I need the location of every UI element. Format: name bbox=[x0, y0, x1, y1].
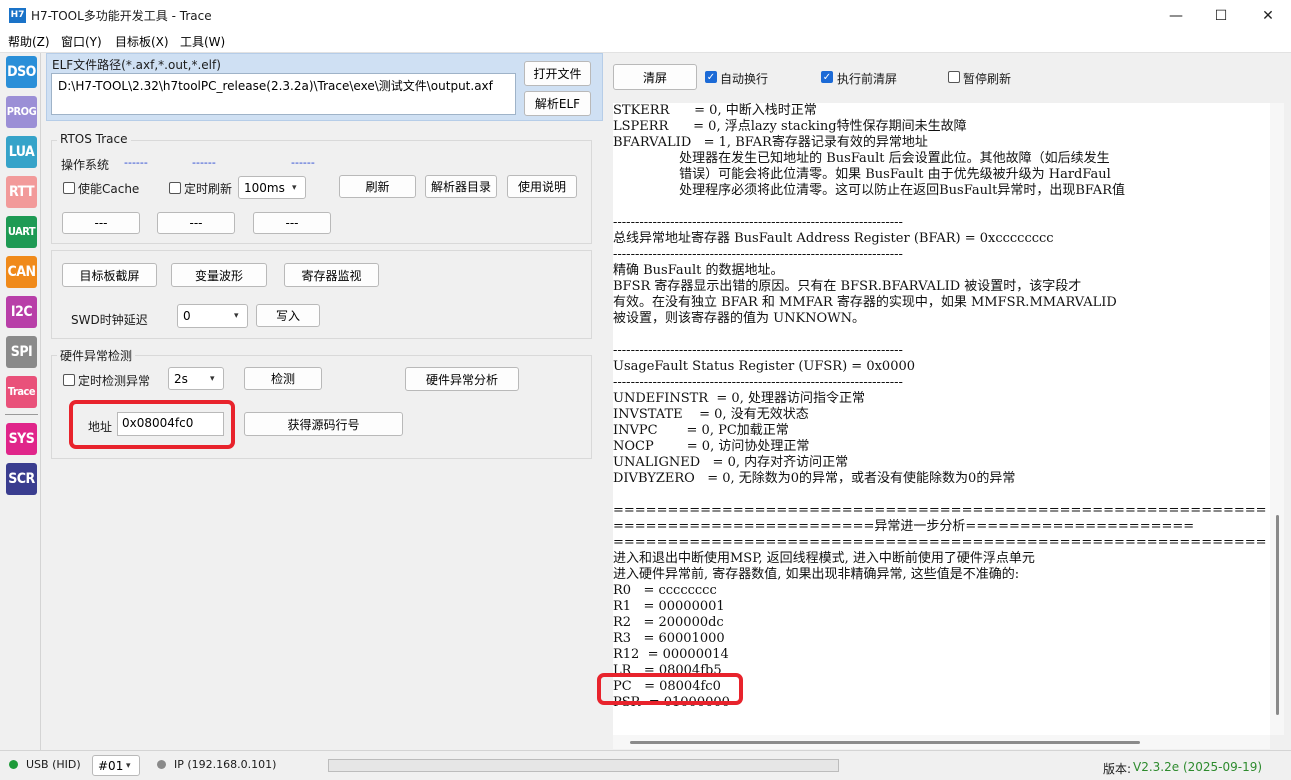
register-monitor-button[interactable]: 寄存器监视 bbox=[284, 263, 379, 287]
horizontal-scroll-thumb[interactable] bbox=[630, 741, 1140, 744]
chevron-down-icon: ▾ bbox=[292, 182, 297, 193]
menu-window[interactable]: 窗口(Y) bbox=[59, 33, 104, 50]
parser-dir-button[interactable]: 解析器目录 bbox=[425, 175, 497, 198]
menu-tools[interactable]: 工具(W) bbox=[178, 33, 227, 50]
toolbar-sys-button[interactable]: SYS bbox=[6, 423, 37, 455]
cache-label: 使能Cache bbox=[78, 182, 140, 196]
swd-delay-value: 0 bbox=[183, 309, 191, 323]
title-bar: H7 H7-TOOL多功能开发工具 - Trace — ☐ ✕ bbox=[0, 0, 1291, 31]
open-file-button[interactable]: 打开文件 bbox=[524, 61, 591, 86]
version-label: 版本: bbox=[1103, 762, 1132, 776]
clear-screen-button[interactable]: 清屏 bbox=[613, 64, 697, 90]
clear-before-run-checkbox[interactable]: ✓ bbox=[821, 71, 833, 83]
device-select[interactable]: #01 ▾ bbox=[92, 755, 140, 776]
rtos-task-button-2[interactable]: --- bbox=[157, 212, 235, 234]
get-source-line-button[interactable]: 获得源码行号 bbox=[244, 412, 403, 436]
timer-check-checkbox[interactable] bbox=[63, 374, 75, 386]
toolbar-dso-button[interactable]: DSO bbox=[6, 56, 37, 88]
version-value: V2.3.2e (2025-09-19) bbox=[1133, 760, 1263, 774]
timer-check-label: 定时检测异常 bbox=[78, 374, 151, 388]
os-label: 操作系统 bbox=[61, 158, 110, 172]
refresh-interval-select[interactable]: 100ms ▾ bbox=[238, 176, 306, 199]
clear-before-run-label: 执行前清屏 bbox=[837, 72, 898, 86]
usb-status-text: USB (HID) bbox=[26, 758, 81, 771]
refresh-interval-value: 100ms bbox=[244, 180, 285, 195]
rtos-task-button-3[interactable]: --- bbox=[253, 212, 331, 234]
os-value-2: ------ bbox=[192, 156, 216, 169]
ip-status-text: IP (192.168.0.101) bbox=[174, 758, 277, 771]
toolbar-prog-button[interactable]: PROG bbox=[6, 96, 37, 128]
menu-bar: 帮助(Z) 窗口(Y) 目标板(X) 工具(W) bbox=[0, 31, 1291, 53]
mode-toolbar: DSO PROG LUA RTT UART CAN I2C SPI Trace … bbox=[0, 53, 41, 750]
maximize-button[interactable]: ☐ bbox=[1198, 0, 1244, 31]
toolbar-divider bbox=[5, 414, 38, 415]
toolbar-trace-button[interactable]: Trace bbox=[6, 376, 37, 408]
toolbar-uart-button[interactable]: UART bbox=[6, 216, 37, 248]
write-button[interactable]: 写入 bbox=[256, 304, 320, 327]
parse-elf-button[interactable]: 解析ELF bbox=[524, 91, 591, 116]
ip-status-icon bbox=[157, 760, 166, 769]
pc-highlight bbox=[597, 673, 743, 705]
close-button[interactable]: ✕ bbox=[1245, 0, 1291, 31]
toolbar-i2c-button[interactable]: I2C bbox=[6, 296, 37, 328]
output-text-area[interactable]: STKERR = 0, 中断入栈时正常 LSPERR = 0, 浮点lazy s… bbox=[613, 103, 1270, 735]
usb-status-icon bbox=[9, 760, 18, 769]
chevron-down-icon: ▾ bbox=[210, 373, 215, 384]
toolbar-lua-button[interactable]: LUA bbox=[6, 136, 37, 168]
help-button[interactable]: 使用说明 bbox=[507, 175, 577, 198]
auto-wrap-label: 自动换行 bbox=[720, 72, 769, 86]
menu-target-board[interactable]: 目标板(X) bbox=[113, 33, 171, 50]
check-button[interactable]: 检测 bbox=[244, 367, 322, 390]
chevron-down-icon: ▾ bbox=[234, 311, 239, 321]
hardfault-title: 硬件异常检测 bbox=[57, 347, 136, 364]
swd-delay-label: SWD时钟延迟 bbox=[71, 313, 148, 327]
device-value: #01 bbox=[98, 758, 124, 773]
window-title: H7-TOOL多功能开发工具 - Trace bbox=[31, 9, 212, 23]
target-screenshot-button[interactable]: 目标板截屏 bbox=[62, 263, 157, 287]
progress-bar bbox=[328, 759, 839, 772]
vertical-scroll-thumb[interactable] bbox=[1276, 515, 1279, 715]
minimize-button[interactable]: — bbox=[1153, 0, 1199, 31]
cache-checkbox[interactable] bbox=[63, 182, 75, 194]
elf-path-field[interactable]: D:\H7-TOOL\2.32\h7toolPC_release(2.3.2a)… bbox=[51, 73, 516, 115]
toolbar-can-button[interactable]: CAN bbox=[6, 256, 37, 288]
pause-refresh-label: 暂停刷新 bbox=[963, 72, 1012, 86]
toolbar-scr-button[interactable]: SCR bbox=[6, 463, 37, 495]
toolbar-spi-button[interactable]: SPI bbox=[6, 336, 37, 368]
os-value-3: ------ bbox=[291, 156, 315, 169]
check-interval-value: 2s bbox=[174, 371, 188, 386]
elf-path-label: ELF文件路径(*.axf,*.out,*.elf) bbox=[52, 58, 221, 72]
rtos-task-button-1[interactable]: --- bbox=[62, 212, 140, 234]
menu-help[interactable]: 帮助(Z) bbox=[6, 33, 52, 50]
pause-refresh-checkbox[interactable] bbox=[948, 71, 960, 83]
auto-wrap-checkbox[interactable]: ✓ bbox=[705, 71, 717, 83]
output-text: STKERR = 0, 中断入栈时正常 LSPERR = 0, 浮点lazy s… bbox=[613, 103, 1267, 710]
os-value-1: ------ bbox=[124, 156, 148, 169]
app-icon: H7 bbox=[9, 8, 26, 23]
refresh-button[interactable]: 刷新 bbox=[339, 175, 416, 198]
rtos-trace-title: RTOS Trace bbox=[57, 132, 131, 146]
toolbar-rtt-button[interactable]: RTT bbox=[6, 176, 37, 208]
fault-analyze-button[interactable]: 硬件异常分析 bbox=[405, 367, 519, 391]
timer-refresh-checkbox[interactable] bbox=[169, 182, 181, 194]
timer-refresh-label: 定时刷新 bbox=[184, 182, 233, 196]
address-highlight bbox=[69, 400, 235, 449]
swd-delay-select[interactable]: 0 ▾ bbox=[177, 304, 248, 328]
chevron-down-icon: ▾ bbox=[126, 760, 131, 771]
check-interval-select[interactable]: 2s ▾ bbox=[168, 367, 224, 390]
variable-waveform-button[interactable]: 变量波形 bbox=[171, 263, 267, 287]
